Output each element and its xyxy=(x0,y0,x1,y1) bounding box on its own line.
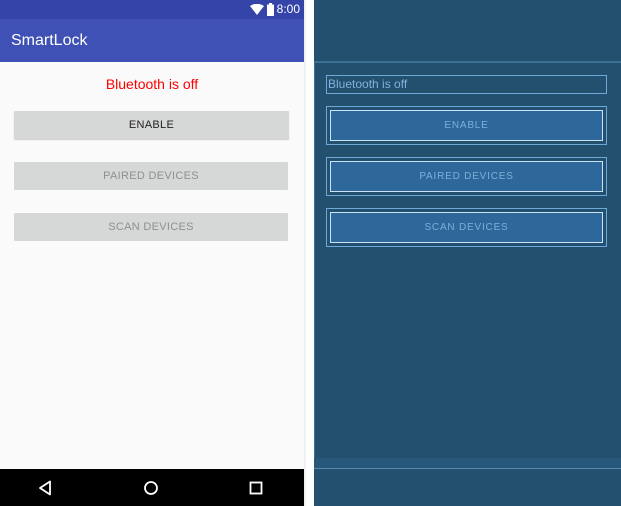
app-bar: SmartLock xyxy=(0,19,304,62)
home-icon[interactable] xyxy=(142,479,160,497)
navigation-bar xyxy=(0,469,304,506)
blueprint-bluetooth-status-text[interactable]: Bluetooth is off xyxy=(326,75,607,94)
recents-icon[interactable] xyxy=(247,479,265,497)
blueprint-paired-devices-label: PAIRED DEVICES xyxy=(330,161,603,192)
status-time: 8:00 xyxy=(276,2,300,16)
blueprint-enable-button[interactable]: ENABLE xyxy=(326,106,607,145)
wifi-icon xyxy=(249,4,264,15)
status-bar: 8:00 xyxy=(0,0,304,19)
back-icon[interactable] xyxy=(37,479,55,497)
blueprint-scan-devices-button[interactable]: SCAN DEVICES xyxy=(326,208,607,247)
blueprint-scan-devices-label: SCAN DEVICES xyxy=(330,212,603,243)
layout-editor-canvas: 8:00 SmartLock Bluetooth is off ENABLE P… xyxy=(0,0,621,506)
preview-separator-edge xyxy=(304,0,306,506)
blueprint-paired-devices-button[interactable]: PAIRED DEVICES xyxy=(326,157,607,196)
blueprint-nav-divider xyxy=(314,458,621,469)
enable-button[interactable]: ENABLE xyxy=(14,111,289,139)
blueprint-enable-label: ENABLE xyxy=(330,110,603,141)
design-preview: 8:00 SmartLock Bluetooth is off ENABLE P… xyxy=(0,0,304,506)
bluetooth-status-text: Bluetooth is off xyxy=(105,76,199,92)
paired-devices-button[interactable]: PAIRED DEVICES xyxy=(14,162,288,190)
scan-devices-button[interactable]: SCAN DEVICES xyxy=(14,213,288,241)
battery-icon xyxy=(266,3,274,16)
blueprint-view: Bluetooth is off ENABLE PAIRED DEVICES S… xyxy=(314,0,621,506)
app-title: SmartLock xyxy=(11,32,88,49)
content-area: Bluetooth is off ENABLE PAIRED DEVICES S… xyxy=(0,62,304,469)
status-icons: 8:00 xyxy=(249,1,300,18)
